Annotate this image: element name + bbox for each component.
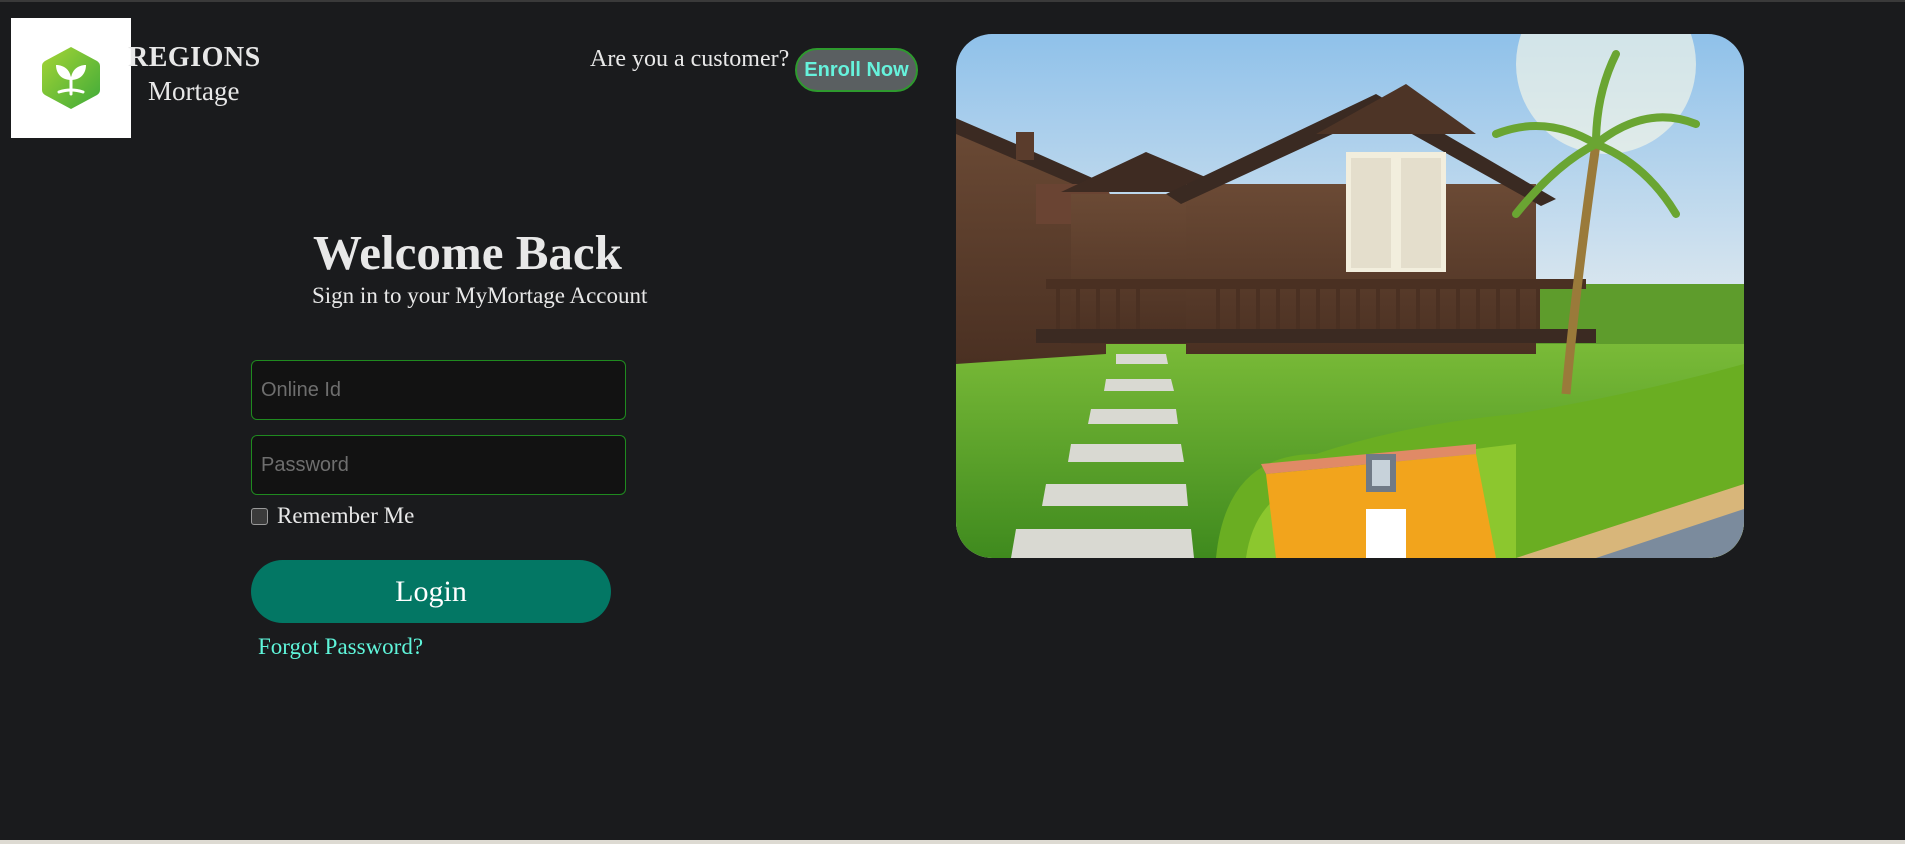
forgot-password-link[interactable]: Forgot Password? bbox=[258, 634, 423, 660]
remember-me-row[interactable]: Remember Me bbox=[251, 503, 414, 529]
customer-prompt: Are you a customer? bbox=[590, 46, 790, 72]
house-photo-illustration bbox=[956, 34, 1744, 558]
page-title: Welcome Back bbox=[313, 225, 622, 280]
brand-subtitle: Mortage bbox=[148, 76, 240, 106]
top-border bbox=[0, 0, 1905, 2]
remember-me-checkbox[interactable] bbox=[251, 507, 268, 525]
online-id-input[interactable] bbox=[251, 360, 626, 420]
enroll-now-button[interactable]: Enroll Now bbox=[795, 48, 918, 92]
page-subtitle: Sign in to your MyMortage Account bbox=[312, 283, 648, 308]
login-button[interactable]: Login bbox=[251, 560, 611, 623]
leaf-hexagon-logo-icon bbox=[42, 47, 100, 109]
brand-logo[interactable] bbox=[11, 18, 131, 138]
brand-title: REGIONS bbox=[128, 42, 261, 73]
remember-me-label[interactable]: Remember Me bbox=[277, 503, 414, 529]
password-input[interactable] bbox=[251, 435, 626, 495]
bottom-strip bbox=[0, 840, 1905, 844]
house-photo bbox=[956, 34, 1744, 558]
